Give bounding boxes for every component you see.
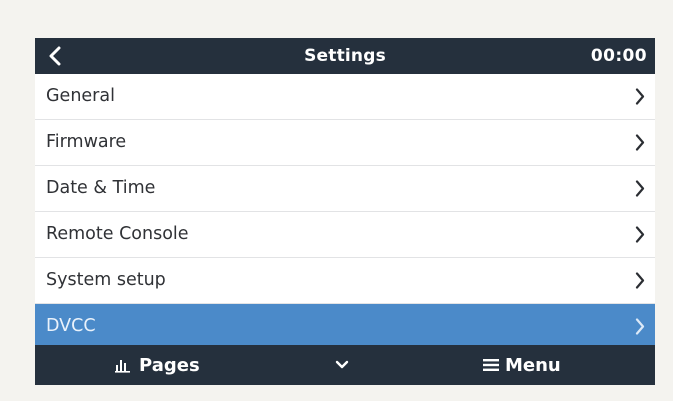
menu-item-firmware[interactable]: Firmware <box>35 120 655 166</box>
top-bar: Settings 00:00 <box>35 38 655 74</box>
chevron-right-icon <box>635 88 645 105</box>
menu-label: Menu <box>505 354 561 376</box>
chevron-right-icon <box>635 134 645 151</box>
settings-menu-list: General Firmware Date & Time Remote Cons… <box>35 74 655 350</box>
menu-item-label: DVCC <box>46 316 96 336</box>
screen: Settings 00:00 General Firmware Date & T… <box>35 38 655 385</box>
menu-item-system-setup[interactable]: System setup <box>35 258 655 304</box>
menu-item-dvcc[interactable]: DVCC <box>35 304 655 350</box>
device-frame: Settings 00:00 General Firmware Date & T… <box>0 0 673 401</box>
menu-item-general[interactable]: General <box>35 74 655 120</box>
chevron-down-icon[interactable] <box>333 357 351 373</box>
menu-item-label: Remote Console <box>46 224 189 244</box>
page-title: Settings <box>304 46 386 66</box>
menu-item-date-time[interactable]: Date & Time <box>35 166 655 212</box>
chevron-right-icon <box>635 318 645 335</box>
menu-item-label: Date & Time <box>46 178 156 198</box>
hamburger-icon <box>483 359 499 371</box>
clock: 00:00 <box>590 46 647 66</box>
pages-button[interactable]: Pages <box>115 345 200 385</box>
menu-item-remote-console[interactable]: Remote Console <box>35 212 655 258</box>
menu-button[interactable]: Menu <box>483 345 561 385</box>
chevron-right-icon <box>635 272 645 289</box>
bar-chart-icon <box>115 360 130 373</box>
chevron-right-icon <box>635 180 645 197</box>
menu-item-label: System setup <box>46 270 166 290</box>
chevron-right-icon <box>635 226 645 243</box>
bottom-bar: Pages Menu <box>35 345 655 385</box>
pages-label: Pages <box>139 354 200 376</box>
menu-item-label: Firmware <box>46 132 127 152</box>
menu-item-label: General <box>46 86 115 106</box>
